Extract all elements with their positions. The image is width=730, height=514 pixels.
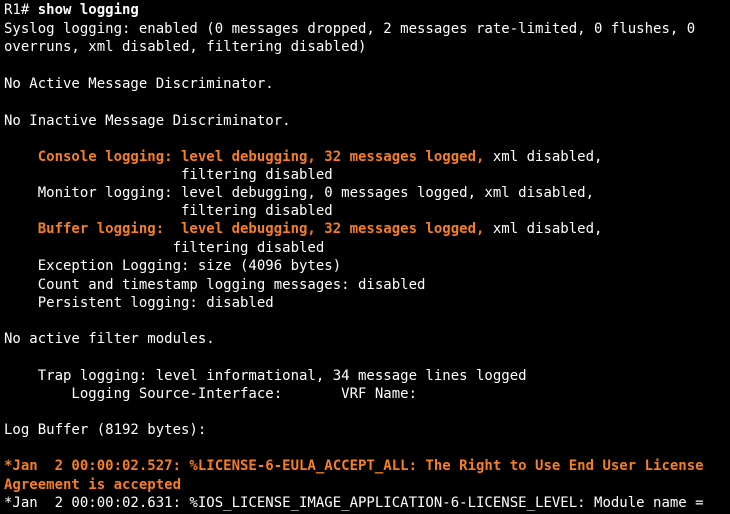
buffer-logging-cont: filtering disabled [4,240,325,256]
inactive-discriminator-line: No Inactive Message Discriminator. [4,113,291,129]
buffer-logging-rest: xml disabled, [484,221,603,237]
log-entry-1-line-2: Agreement is accepted [4,477,182,493]
source-interface-line: Logging Source-Interface: VRF Name: [4,386,418,402]
filter-modules-line: No active filter modules. [4,331,215,347]
persistent-logging-line: Persistent logging: disabled [4,295,274,311]
log-buffer-line: Log Buffer (8192 bytes): [4,422,207,438]
log-entry-2-line-1: *Jan 2 00:00:02.631: %IOS_LICENSE_IMAGE_… [4,495,704,511]
command-line: R1# show logging [4,1,139,19]
terminal-output[interactable]: R1# show logging Syslog logging: enabled… [0,0,730,514]
exception-logging-line: Exception Logging: size (4096 bytes) [4,258,342,274]
command-text: show logging [37,2,139,18]
log-entry-1-line-1: *Jan 2 00:00:02.527: %LICENSE-6-EULA_ACC… [4,458,704,474]
count-timestamp-line: Count and timestamp logging messages: di… [4,277,426,293]
console-logging-highlight: Console logging: level debugging, 32 mes… [4,149,485,165]
active-discriminator-line: No Active Message Discriminator. [4,76,274,92]
monitor-logging-line: Monitor logging: level debugging, 0 mess… [4,185,595,201]
console-logging-cont: filtering disabled [4,167,333,183]
syslog-status-line-2: overruns, xml disabled, filtering disabl… [4,39,367,55]
buffer-logging-highlight: Buffer logging: level debugging, 32 mess… [4,221,485,237]
console-logging-line: Console logging: level debugging, 32 mes… [4,148,603,166]
buffer-logging-line: Buffer logging: level debugging, 32 mess… [4,220,603,238]
monitor-logging-cont: filtering disabled [4,203,333,219]
console-logging-rest: xml disabled, [484,149,603,165]
trap-logging-line: Trap logging: level informational, 34 me… [4,368,527,384]
prompt: R1# [4,2,38,18]
syslog-status-line-1: Syslog logging: enabled (0 messages drop… [4,21,696,37]
